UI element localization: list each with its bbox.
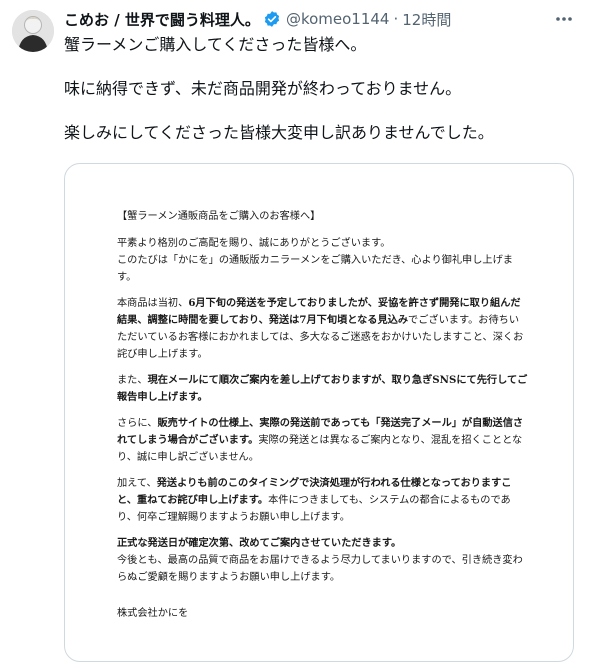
tweet-text-line: 楽しみにしてくださった皆様大変申し訳ありませんでした。	[64, 123, 494, 142]
letter-text: 実際の発送とは異なるご案内となり、混乱を招くこととな	[258, 435, 523, 446]
attached-image[interactable]: 【蟹ラーメン通販商品をご購入のお客様へ】 平素より格別のご高配を賜り、誠にありが…	[64, 163, 574, 662]
letter-line: 平素より格別のご高配を賜り、誠にありがとうございます。	[117, 238, 391, 249]
letter-heading: 【蟹ラーメン通販商品をご購入のお客様へ】	[117, 211, 321, 222]
letter-bold-text: と、重ねてお詫び申し上げます。	[117, 494, 269, 506]
letter-line: り、誠に申し訳ございません。	[117, 452, 259, 463]
letter-line: 加えて、発送よりも前のこのタイミングで決済処理が行われる仕様となっておりますこ	[117, 475, 511, 492]
letter-text: 本商品は当初、	[117, 298, 189, 309]
letter-bold-text: 発送よりも前のこのタイミングで決済処理が行われる仕様となっておりますこ	[156, 477, 512, 489]
avatar[interactable]	[12, 10, 54, 52]
letter-line: 結果、調整に時間を要しており、発送は7月下旬頃となる見込みでございます。お待ちい	[117, 312, 519, 329]
letter-bold-text: れてしまう場合がございます。	[117, 434, 259, 446]
letter-line: 詫び申し上げます。	[117, 349, 208, 360]
display-name[interactable]: こめお / 世界で闘う料理人。	[64, 9, 260, 30]
letter-line: 報告申し上げます。	[117, 391, 208, 403]
letter-text: 本件につきましても、システムの都合によるものであ	[268, 495, 511, 506]
letter-line: 本商品は当初、6月下旬の発送を予定しておりましたが、妥協を許さず開発に取り組んだ	[117, 295, 521, 312]
tweet-header: こめお / 世界で闘う料理人。 @komeo1144 · 12時間	[64, 8, 559, 30]
separator-dot: ·	[393, 10, 399, 28]
letter-bold-text: 結果、調整に時間を要しており、発送は7月下旬頃となる見込み	[117, 314, 409, 326]
letter-bold-text: 現在メールにて順次ご案内を差し上げておりますが、取り急ぎSNSにて先行してご	[147, 374, 528, 386]
letter-line: 今後とも、最高の品質で商品をお届けできるよう尽力してまいりますので、引き続き変わ	[117, 555, 523, 566]
letter-text: さらに、	[117, 418, 158, 429]
letter-line: このたびは「かにを」の通販版カニラーメンをご購入いただき、心より御礼申し上げま	[117, 255, 513, 266]
tweet-text-line: 味に納得できず、未だ商品開発が終わっておりません。	[64, 79, 462, 98]
apology-letter: 【蟹ラーメン通販商品をご購入のお客様へ】 平素より格別のご高配を賜り、誠にありが…	[65, 164, 573, 661]
letter-signature: 株式会社かにを	[117, 608, 189, 619]
verified-badge-icon	[263, 10, 281, 28]
letter-bold-text: 販売サイトの仕様上、実際の発送前であっても「発送完了メール」が自動送信さ	[157, 417, 524, 429]
tweet-text: 蟹ラーメンご購入してくださった皆様へ。 味に納得できず、未だ商品開発が終わってお…	[64, 34, 579, 144]
letter-line: と、重ねてお詫び申し上げます。本件につきましても、システムの都合によるものであ	[117, 492, 511, 509]
letter-bold-text: 6月下旬の発送を予定しておりましたが、妥協を許さず開発に取り組んだ	[188, 297, 521, 309]
letter-text: また、	[117, 375, 148, 386]
letter-text: 加えて、	[117, 478, 157, 489]
tweet-text-line: 蟹ラーメンご購入してくださった皆様へ。	[64, 35, 367, 54]
letter-line: す。	[117, 272, 137, 283]
more-options-icon[interactable]	[553, 10, 575, 28]
letter-line: さらに、販売サイトの仕様上、実際の発送前であっても「発送完了メール」が自動送信さ	[117, 415, 523, 432]
timestamp[interactable]: 12時間	[402, 9, 451, 30]
user-handle[interactable]: @komeo1144	[286, 10, 390, 28]
letter-line: れてしまう場合がございます。実際の発送とは異なるご案内となり、混乱を招くこととな	[117, 432, 522, 449]
letter-line: また、現在メールにて順次ご案内を差し上げておりますが、取り急ぎSNSにて先行して…	[117, 372, 527, 389]
letter-line: り、何卒ご理解賜りますようお願い申し上げます。	[117, 512, 350, 523]
letter-text: でございます。お待ちい	[408, 315, 520, 326]
letter-line: らぬご愛顧を賜りますようお願い申し上げます。	[117, 572, 341, 583]
letter-line: ただいているお客様におかれましては、多大なるご迷惑をおかけいたしますこと、深くお	[117, 332, 524, 343]
letter-line: 正式な発送日が確定次第、改めてご案内させていただきます。	[117, 537, 402, 549]
tweet[interactable]: こめお / 世界で闘う料理人。 @komeo1144 · 12時間 蟹ラーメンご…	[0, 0, 589, 669]
avatar-image	[12, 10, 54, 52]
